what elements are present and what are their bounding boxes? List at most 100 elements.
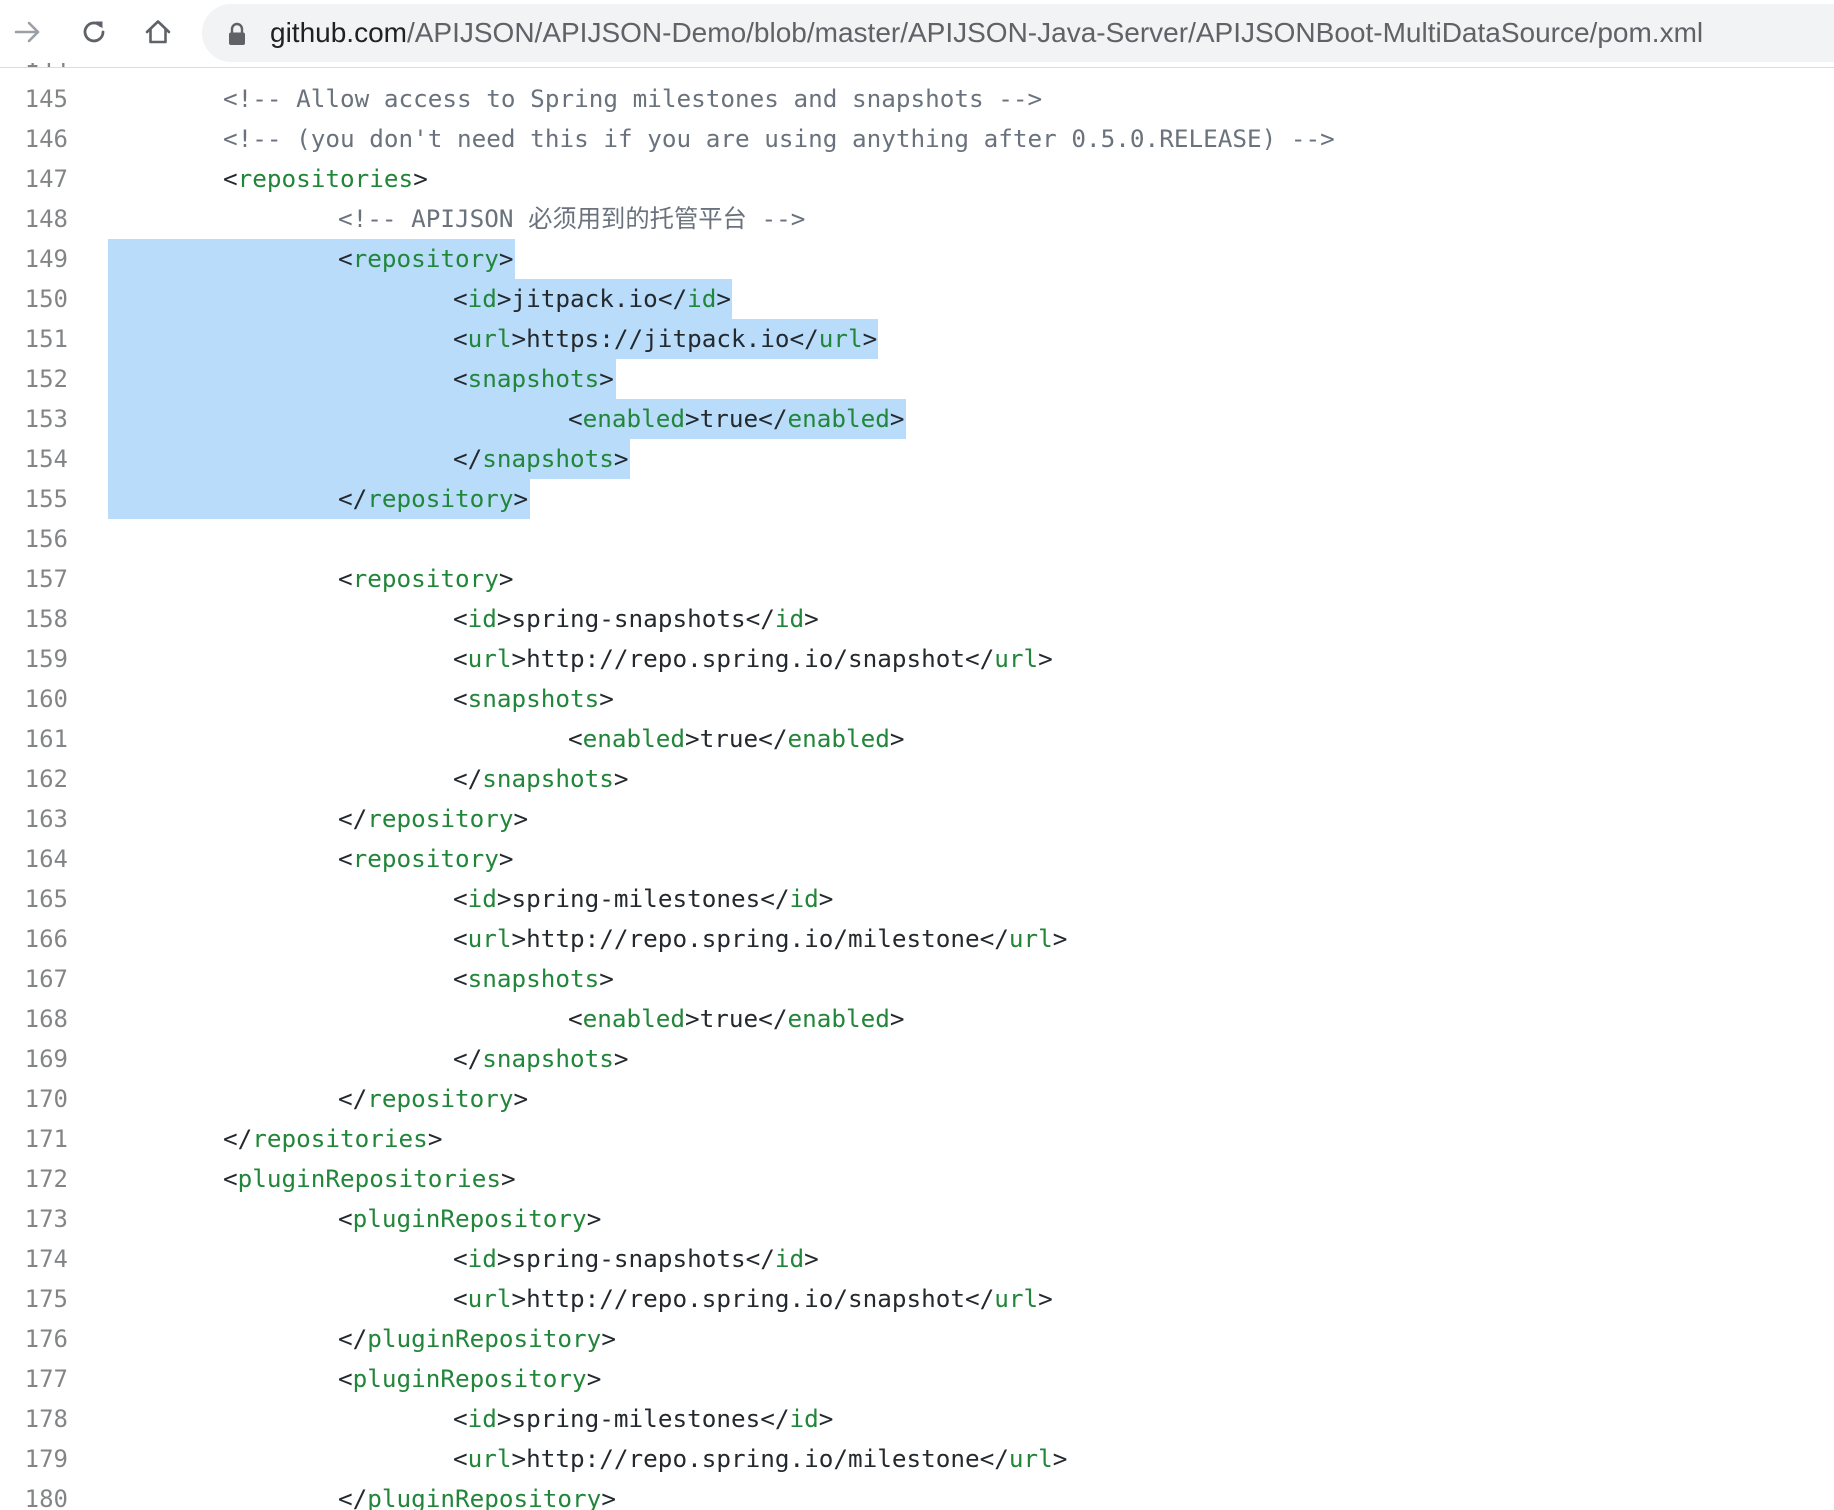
browser-toolbar: github.com/APIJSON/APIJSON-Demo/blob/mas…: [0, 0, 1834, 68]
code-token: >: [413, 164, 428, 193]
xml-tag-name: enabled: [582, 404, 686, 433]
code-line: 177 <pluginRepository>: [0, 1359, 1834, 1399]
code-text: <repository>: [338, 839, 514, 879]
code-token: >: [601, 1324, 616, 1353]
line-number[interactable]: 151: [0, 319, 68, 359]
code-text: </snapshots>: [453, 1039, 629, 1079]
code-token: >: [498, 564, 514, 593]
line-number[interactable]: 179: [0, 1439, 68, 1479]
code-text: <id>spring-milestones</id>: [453, 879, 833, 919]
code-text: <enabled>true</enabled>: [568, 399, 905, 439]
code-line: 145 <!-- Allow access to Spring milestone…: [0, 79, 1834, 119]
code-token: <: [453, 1404, 468, 1433]
line-number[interactable]: 157: [0, 559, 68, 599]
code-text: <url>http://repo.spring.io/milestone</ur…: [453, 1439, 1067, 1479]
line-number[interactable]: 159: [0, 639, 68, 679]
code-token: >: [599, 364, 614, 393]
code-token: >http://repo.spring.io/snapshot</: [511, 1284, 995, 1313]
line-number[interactable]: 149: [0, 239, 68, 279]
xml-tag-name: snapshots: [482, 764, 614, 793]
line-number[interactable]: 146: [0, 119, 68, 159]
line-number[interactable]: 147: [0, 159, 68, 199]
line-number[interactable]: 158: [0, 599, 68, 639]
forward-icon[interactable]: [8, 12, 48, 52]
line-number[interactable]: 173: [0, 1199, 68, 1239]
code-token: >: [498, 244, 514, 273]
xml-tag-name: repository: [367, 1084, 514, 1113]
line-number[interactable]: 180: [0, 1479, 68, 1510]
line-number[interactable]: 144: [0, 63, 68, 79]
line-number[interactable]: 153: [0, 399, 68, 439]
line-number[interactable]: 174: [0, 1239, 68, 1279]
code-text: <snapshots>: [453, 359, 614, 399]
code-text: <id>spring-milestones</id>: [453, 1399, 833, 1439]
line-number[interactable]: 169: [0, 1039, 68, 1079]
xml-tag-name: snapshots: [467, 364, 600, 393]
code-line: 171 </repositories>: [0, 1119, 1834, 1159]
line-number[interactable]: 170: [0, 1079, 68, 1119]
line-number[interactable]: 168: [0, 999, 68, 1039]
code-text: </repositories>: [223, 1119, 442, 1159]
code-token: >: [804, 604, 819, 633]
line-number[interactable]: 156: [0, 519, 68, 559]
code-token: <: [223, 164, 238, 193]
line-number[interactable]: 152: [0, 359, 68, 399]
code-line: 155 </repository>: [0, 479, 1834, 519]
code-token: <: [338, 844, 353, 873]
line-number[interactable]: 148: [0, 199, 68, 239]
code-text: <enabled>true</enabled>: [568, 999, 905, 1039]
code-text: <snapshots>: [453, 679, 614, 719]
code-line: 173 <pluginRepository>: [0, 1199, 1834, 1239]
code-text: <repository>: [338, 559, 514, 599]
reload-icon[interactable]: [74, 12, 114, 52]
code-line: 167 <snapshots>: [0, 959, 1834, 999]
xml-tag-name: snapshots: [467, 964, 600, 993]
code-text: <pluginRepositories>: [223, 1159, 516, 1199]
code-token: <: [223, 1164, 238, 1193]
line-number[interactable]: 162: [0, 759, 68, 799]
xml-tag-name: id: [687, 284, 717, 313]
xml-tag-name: url: [1008, 924, 1053, 953]
line-number[interactable]: 161: [0, 719, 68, 759]
line-number[interactable]: 178: [0, 1399, 68, 1439]
home-icon[interactable]: [138, 12, 178, 52]
code-text: <repository>: [338, 239, 514, 279]
line-number[interactable]: 165: [0, 879, 68, 919]
code-token: </: [338, 484, 368, 513]
xml-tag-name: url: [467, 924, 512, 953]
xml-tag-name: repository: [367, 484, 514, 513]
line-number[interactable]: 164: [0, 839, 68, 879]
address-bar[interactable]: github.com/APIJSON/APIJSON-Demo/blob/mas…: [202, 4, 1834, 62]
line-number[interactable]: 176: [0, 1319, 68, 1359]
lock-icon[interactable]: [226, 22, 248, 46]
line-number[interactable]: 166: [0, 919, 68, 959]
code-line: 170 </repository>: [0, 1079, 1834, 1119]
code-text: <url>http://repo.spring.io/milestone</ur…: [453, 919, 1067, 959]
line-number[interactable]: 150: [0, 279, 68, 319]
line-number[interactable]: 167: [0, 959, 68, 999]
code-token: </: [453, 764, 483, 793]
xml-tag-name: enabled: [787, 1004, 890, 1033]
code-token: <: [453, 324, 468, 353]
line-number[interactable]: 154: [0, 439, 68, 479]
line-number[interactable]: 172: [0, 1159, 68, 1199]
line-number[interactable]: 177: [0, 1359, 68, 1399]
line-number[interactable]: 163: [0, 799, 68, 839]
code-line: 176 </pluginRepository>: [0, 1319, 1834, 1359]
code-token: >: [613, 444, 629, 473]
code-text: <!-- APIJSON 必须用到的托管平台 -->: [338, 199, 805, 239]
xml-tag-name: id: [774, 604, 805, 633]
line-number[interactable]: 171: [0, 1119, 68, 1159]
xml-comment: <!-- Allow access to Spring milestones a…: [223, 84, 1043, 113]
code-token: >: [599, 964, 614, 993]
code-line: 179 <url>http://repo.spring.io/milestone<…: [0, 1439, 1834, 1479]
line-number[interactable]: 160: [0, 679, 68, 719]
line-number[interactable]: 145: [0, 79, 68, 119]
url-text[interactable]: github.com/APIJSON/APIJSON-Demo/blob/mas…: [270, 4, 1703, 62]
line-number[interactable]: 175: [0, 1279, 68, 1319]
line-number[interactable]: 155: [0, 479, 68, 519]
code-token: >spring-milestones</: [496, 884, 790, 913]
xml-tag-name: url: [467, 1284, 512, 1313]
xml-tag-name: id: [467, 284, 497, 313]
code-token: >: [513, 804, 529, 833]
